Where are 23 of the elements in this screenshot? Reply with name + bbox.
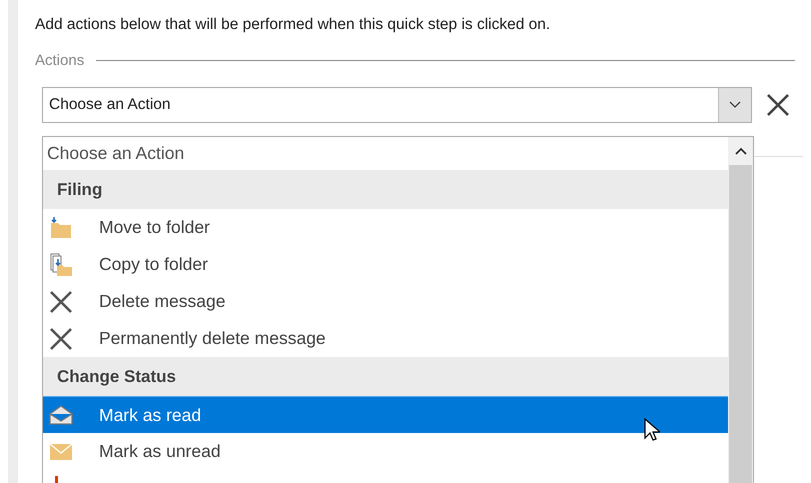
dropdown-option[interactable]: Permanently delete message bbox=[99, 328, 326, 349]
section-label: Actions bbox=[35, 52, 84, 69]
dropdown-option[interactable]: Delete message bbox=[99, 291, 226, 312]
group-header: Filing bbox=[43, 170, 728, 209]
dropdown-option[interactable]: Move to folder bbox=[99, 217, 210, 238]
close-icon bbox=[49, 326, 73, 350]
dropdown-option[interactable]: Mark as unread bbox=[99, 441, 221, 462]
flag-icon bbox=[55, 476, 58, 483]
chevron-down-icon bbox=[729, 101, 741, 109]
envelope-icon bbox=[49, 403, 73, 427]
scrollbar-thumb[interactable] bbox=[729, 165, 752, 483]
scroll-up-icon[interactable] bbox=[734, 147, 746, 155]
group-header: Change Status bbox=[43, 357, 728, 396]
dropdown-option[interactable]: Choose an Action bbox=[43, 137, 728, 170]
dropdown-option[interactable]: Copy to folder bbox=[99, 254, 208, 275]
folder-icon bbox=[49, 216, 73, 240]
close-icon[interactable] bbox=[766, 93, 790, 117]
cursor-icon bbox=[644, 418, 660, 442]
close-icon bbox=[49, 290, 73, 314]
action-dropdown[interactable]: Choose an Action bbox=[42, 87, 752, 123]
folder-copy-icon bbox=[49, 252, 73, 276]
dropdown-option[interactable]: Mark as read bbox=[99, 404, 202, 426]
instruction-text: Add actions below that will be performed when this quick step is clicked on. bbox=[35, 15, 552, 35]
